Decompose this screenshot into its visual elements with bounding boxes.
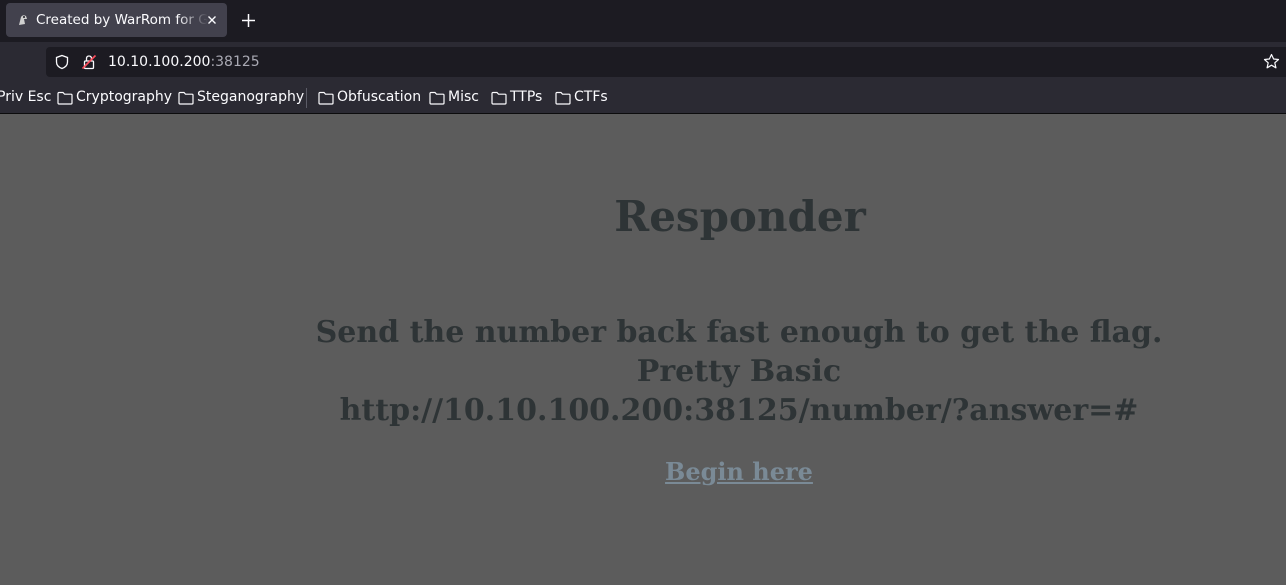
begin-here-link[interactable]: Begin here xyxy=(539,456,939,488)
tab-title: Created by WarRom for GitHub xyxy=(36,12,208,28)
favicon-icon xyxy=(19,15,27,25)
url-text[interactable]: 10.10.100.200:38125 xyxy=(108,47,260,77)
page-content: Responder Send the number back fast enou… xyxy=(0,114,1286,585)
folder-icon xyxy=(178,91,194,105)
bookmark-label: Cryptography xyxy=(76,89,173,105)
close-icon[interactable] xyxy=(204,12,220,28)
navigation-toolbar: 10.10.100.200:38125 xyxy=(0,42,1286,82)
bookmarks-toolbar: Priv Esc Cryptography Steganography Obfu… xyxy=(0,82,1286,114)
url-host: 10.10.100.200 xyxy=(108,54,211,70)
tab-active[interactable]: Created by WarRom for GitHub xyxy=(6,3,227,37)
new-tab-plus-icon[interactable] xyxy=(240,12,257,29)
folder-icon xyxy=(491,91,507,105)
bookmark-priv-esc[interactable]: Priv Esc xyxy=(0,82,51,113)
bookmark-label: CTFs xyxy=(574,89,608,105)
instruction-line-3: http://10.10.100.200:38125/number/?answe… xyxy=(339,393,1139,428)
tab-strip: Created by WarRom for GitHub xyxy=(0,0,1286,42)
bookmark-label: Priv Esc xyxy=(0,89,52,105)
url-port: :38125 xyxy=(210,54,260,70)
folder-icon xyxy=(318,91,334,105)
bookmarks-separator xyxy=(306,88,307,108)
shield-icon[interactable] xyxy=(54,54,70,70)
bookmark-star-icon[interactable] xyxy=(1263,53,1280,70)
instruction-line-1: Send the number back fast enough to get … xyxy=(315,315,1163,350)
bookmark-label: Obfuscation xyxy=(337,89,422,105)
instruction-line-2: Pretty Basic xyxy=(636,354,842,389)
folder-icon xyxy=(57,91,73,105)
folder-icon xyxy=(555,91,571,105)
folder-icon xyxy=(429,91,445,105)
url-bar[interactable]: 10.10.100.200:38125 xyxy=(46,47,1286,77)
bookmark-label: TTPs xyxy=(510,89,543,105)
bookmark-label: Steganography xyxy=(197,89,305,105)
bookmark-label: Misc xyxy=(448,89,479,105)
insecure-lock-icon[interactable] xyxy=(81,54,97,70)
instructions: Send the number back fast enough to get … xyxy=(240,313,1238,430)
page-title: Responder xyxy=(614,192,866,241)
